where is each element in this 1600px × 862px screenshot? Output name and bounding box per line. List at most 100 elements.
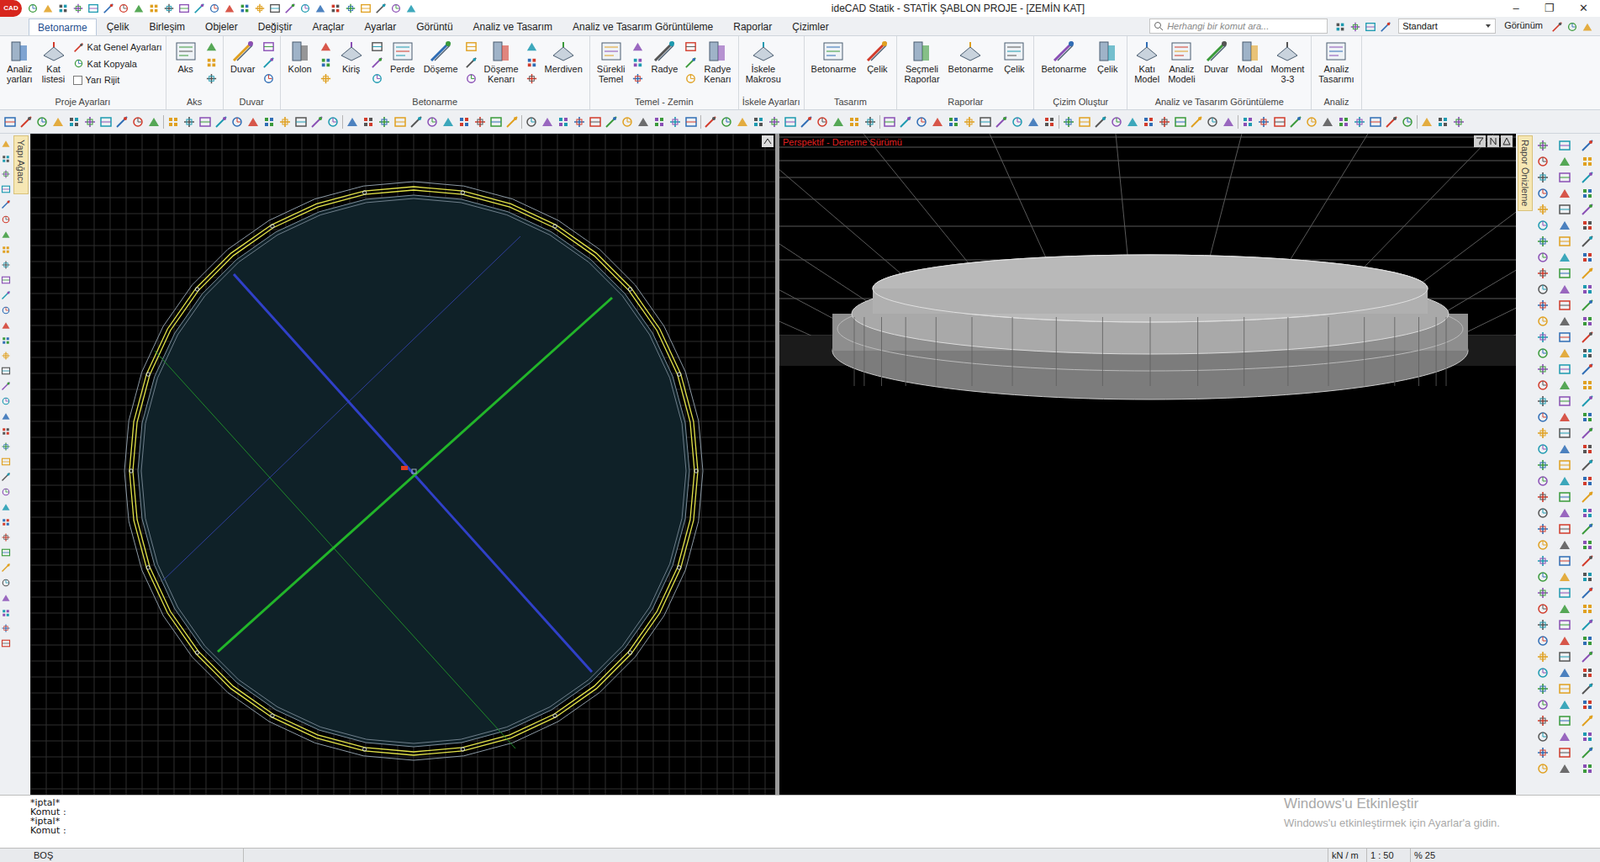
- toolbar-tool-icon[interactable]: [1352, 115, 1367, 129]
- toolbar-tool-icon[interactable]: [1221, 115, 1236, 129]
- quick-access-icon[interactable]: [238, 2, 251, 15]
- toolbar-tool-icon[interactable]: [703, 115, 718, 129]
- left-tool-icon[interactable]: [0, 138, 11, 149]
- ribbon-tab[interactable]: Analiz ve Tasarım Görüntüleme: [562, 18, 724, 36]
- ribbon-button[interactable]: Aks: [169, 38, 202, 74]
- left-tool-icon[interactable]: [0, 471, 11, 482]
- quick-access-icon[interactable]: [405, 2, 418, 15]
- ribbon-button[interactable]: Duvar: [1200, 38, 1233, 74]
- toolbar-tool-icon[interactable]: [1189, 115, 1204, 129]
- right-tool-icon[interactable]: [1557, 266, 1572, 280]
- ribbon-tool-icon[interactable]: [525, 72, 539, 85]
- right-tool-icon[interactable]: [1557, 298, 1572, 312]
- ribbon-button[interactable]: Çelik: [860, 38, 893, 74]
- ribbon-tool-icon[interactable]: [205, 56, 218, 69]
- ribbon-tool-icon[interactable]: [262, 40, 275, 53]
- right-tool-icon[interactable]: [1536, 362, 1550, 376]
- plan-viewport[interactable]: [30, 133, 776, 795]
- toolbar-tool-icon[interactable]: [198, 115, 212, 129]
- toolbar-tool-icon[interactable]: [310, 115, 324, 129]
- quick-access-icon[interactable]: [253, 2, 266, 15]
- toolbar-tool-icon[interactable]: [473, 115, 487, 129]
- toolbar-tool-icon[interactable]: [51, 115, 65, 129]
- right-tool-icon[interactable]: [1557, 490, 1572, 504]
- right-tool-icon[interactable]: [1536, 378, 1550, 392]
- right-tool-icon[interactable]: [1580, 490, 1595, 504]
- right-tool-icon[interactable]: [1557, 570, 1572, 584]
- right-tool-icon[interactable]: [1580, 586, 1595, 600]
- ribbon-tool-icon[interactable]: [205, 72, 218, 85]
- right-tool-icon[interactable]: [1536, 218, 1550, 233]
- perspective-viewport[interactable]: Perspektif - Deneme Sürümü: [779, 133, 1516, 795]
- right-tool-icon[interactable]: [1557, 538, 1572, 552]
- toolbar-tool-icon[interactable]: [994, 115, 1009, 129]
- ribbon-button[interactable]: AnalizModeli: [1164, 38, 1199, 85]
- right-tool-icon[interactable]: [1536, 154, 1550, 169]
- right-tool-icon[interactable]: [1580, 266, 1595, 280]
- left-tool-icon[interactable]: [0, 547, 11, 558]
- right-tool-icon[interactable]: [1580, 170, 1595, 185]
- quick-access-icon[interactable]: [132, 2, 145, 15]
- toolbar-tool-icon[interactable]: [735, 115, 750, 129]
- toolbar-tool-icon[interactable]: [1125, 115, 1140, 129]
- quick-access-icon[interactable]: [390, 2, 402, 15]
- ribbon-tool-icon[interactable]: [464, 56, 478, 69]
- right-tool-icon[interactable]: [1580, 282, 1595, 296]
- right-tool-icon[interactable]: [1557, 378, 1572, 392]
- toolbar-tool-icon[interactable]: [294, 115, 308, 129]
- quick-access-icon[interactable]: [314, 2, 327, 15]
- right-tool-icon[interactable]: [1536, 282, 1550, 296]
- ribbon-button[interactable]: Moment3-3: [1267, 38, 1309, 85]
- right-tool-icon[interactable]: [1557, 346, 1572, 360]
- right-tool-icon[interactable]: [1557, 506, 1572, 520]
- quick-access-icon[interactable]: [147, 2, 160, 15]
- window-control-button[interactable]: ❐: [1532, 0, 1567, 17]
- left-tool-icon[interactable]: [0, 214, 11, 225]
- checkbox-box[interactable]: [73, 75, 83, 85]
- toolbar-tool-icon[interactable]: [393, 115, 407, 129]
- right-tool-icon[interactable]: [1557, 554, 1572, 568]
- ribbon-tool-icon[interactable]: [631, 56, 645, 69]
- left-tool-icon[interactable]: [0, 486, 11, 497]
- quick-access-icon[interactable]: [269, 2, 281, 15]
- right-tool-icon[interactable]: [1580, 458, 1595, 472]
- toolbar-tool-icon[interactable]: [1157, 115, 1172, 129]
- left-tool-icon[interactable]: [0, 562, 11, 573]
- toolbar-tool-icon[interactable]: [1026, 115, 1041, 129]
- ribbon-tool-icon[interactable]: [370, 56, 384, 69]
- toolbar-tool-icon[interactable]: [914, 115, 929, 129]
- right-tool-icon[interactable]: [1536, 601, 1550, 616]
- right-tool-icon[interactable]: [1557, 745, 1572, 760]
- right-tool-icon[interactable]: [1557, 202, 1572, 217]
- right-tool-icon[interactable]: [1557, 761, 1572, 776]
- right-tool-icon[interactable]: [1580, 554, 1595, 568]
- right-tool-icon[interactable]: [1557, 474, 1572, 488]
- toolbar-tool-icon[interactable]: [1336, 115, 1351, 129]
- right-tool-icon[interactable]: [1536, 410, 1550, 424]
- ribbon-button[interactable]: Duvar: [227, 38, 259, 74]
- quick-access-icon[interactable]: [26, 2, 39, 15]
- ribbon-tab[interactable]: Birleşim: [138, 18, 196, 36]
- right-tool-icon[interactable]: [1580, 745, 1595, 760]
- right-tool-icon[interactable]: [1557, 218, 1572, 233]
- ribbon-tab[interactable]: Betonarme: [28, 18, 97, 36]
- right-tool-icon[interactable]: [1536, 266, 1550, 280]
- right-tool-icon[interactable]: [1557, 426, 1572, 440]
- right-tool-icon[interactable]: [1580, 665, 1595, 680]
- right-tool-icon[interactable]: [1536, 761, 1550, 776]
- left-tool-icon[interactable]: [0, 532, 11, 543]
- structure-tree-tab[interactable]: Yapı Ağacı: [13, 135, 29, 195]
- help-icon[interactable]: [1551, 21, 1564, 33]
- right-tool-icon[interactable]: [1557, 234, 1572, 249]
- ribbon-button[interactable]: Perde: [386, 38, 419, 74]
- toolbar-tool-icon[interactable]: [1452, 115, 1466, 129]
- right-tool-icon[interactable]: [1536, 729, 1550, 744]
- toolbar-tool-icon[interactable]: [540, 115, 555, 129]
- left-tool-icon[interactable]: [0, 274, 11, 286]
- right-tool-icon[interactable]: [1580, 314, 1595, 328]
- right-tool-icon[interactable]: [1580, 713, 1595, 728]
- right-tool-icon[interactable]: [1580, 474, 1595, 488]
- ribbon-tab[interactable]: Objeler: [195, 18, 249, 36]
- right-tool-icon[interactable]: [1536, 330, 1550, 344]
- ribbon-tab[interactable]: Değiştir: [248, 18, 303, 36]
